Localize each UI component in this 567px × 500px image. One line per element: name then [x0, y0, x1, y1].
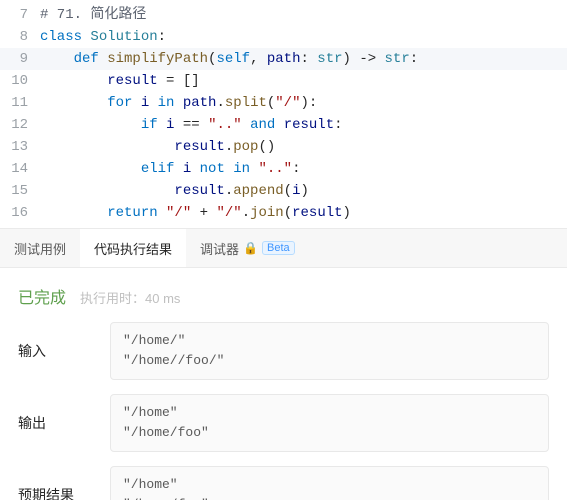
line-content[interactable]: result.pop() [40, 136, 567, 158]
line-number: 8 [0, 26, 40, 48]
result-value-box[interactable]: "/home/" "/home//foo/" [110, 322, 549, 380]
result-row: 输入"/home/" "/home//foo/" [18, 322, 549, 380]
result-tabs: 测试用例 代码执行结果 调试器 🔒 Beta [0, 228, 567, 268]
code-line[interactable]: 7# 71. 简化路径 [0, 4, 567, 26]
result-row: 输出"/home" "/home/foo" [18, 394, 549, 452]
status-text: 已完成 [18, 284, 66, 308]
line-number: 12 [0, 114, 40, 136]
code-line[interactable]: 16 return "/" + "/".join(result) [0, 202, 567, 224]
line-content[interactable]: for i in path.split("/"): [40, 92, 567, 114]
tab-label: 测试用例 [14, 239, 66, 258]
code-editor[interactable]: 7# 71. 简化路径8class Solution:9 def simplif… [0, 0, 567, 228]
line-number: 11 [0, 92, 40, 114]
line-content[interactable]: def simplifyPath(self, path: str) -> str… [40, 48, 567, 70]
line-number: 16 [0, 202, 40, 224]
line-content[interactable]: result.append(i) [40, 180, 567, 202]
line-number: 9 [0, 48, 40, 70]
code-line[interactable]: 8class Solution: [0, 26, 567, 48]
line-number: 7 [0, 4, 40, 26]
line-number: 14 [0, 158, 40, 180]
line-content[interactable]: result = [] [40, 70, 567, 92]
code-line[interactable]: 14 elif i not in "..": [0, 158, 567, 180]
runtime-text: 执行用时：40 ms [80, 288, 180, 307]
result-label: 输出 [18, 394, 110, 452]
code-line[interactable]: 13 result.pop() [0, 136, 567, 158]
code-line[interactable]: 11 for i in path.split("/"): [0, 92, 567, 114]
line-number: 13 [0, 136, 40, 158]
line-content[interactable]: if i == ".." and result: [40, 114, 567, 136]
result-value-box[interactable]: "/home" "/home/foo" [110, 466, 549, 500]
tab-1[interactable]: 代码执行结果 [80, 229, 186, 267]
beta-badge: Beta [262, 241, 295, 255]
lock-icon: 🔒 [243, 242, 258, 254]
code-line[interactable]: 10 result = [] [0, 70, 567, 92]
result-label: 输入 [18, 322, 110, 380]
tab-2[interactable]: 调试器 🔒 Beta [186, 229, 309, 267]
tab-label: 代码执行结果 [94, 239, 172, 258]
code-line[interactable]: 12 if i == ".." and result: [0, 114, 567, 136]
line-number: 10 [0, 70, 40, 92]
line-content[interactable]: return "/" + "/".join(result) [40, 202, 567, 224]
result-value-box[interactable]: "/home" "/home/foo" [110, 394, 549, 452]
results-panel: 已完成 执行用时：40 ms 输入"/home/" "/home//foo/"输… [0, 268, 567, 500]
result-row: 预期结果"/home" "/home/foo" [18, 466, 549, 500]
line-content[interactable]: elif i not in "..": [40, 158, 567, 180]
line-content[interactable]: # 71. 简化路径 [40, 4, 567, 26]
result-label: 预期结果 [18, 466, 110, 500]
line-content[interactable]: class Solution: [40, 26, 567, 48]
code-line[interactable]: 9 def simplifyPath(self, path: str) -> s… [0, 48, 567, 70]
tab-label: 调试器 [200, 239, 239, 258]
code-line[interactable]: 15 result.append(i) [0, 180, 567, 202]
line-number: 15 [0, 180, 40, 202]
tab-0[interactable]: 测试用例 [0, 229, 80, 267]
